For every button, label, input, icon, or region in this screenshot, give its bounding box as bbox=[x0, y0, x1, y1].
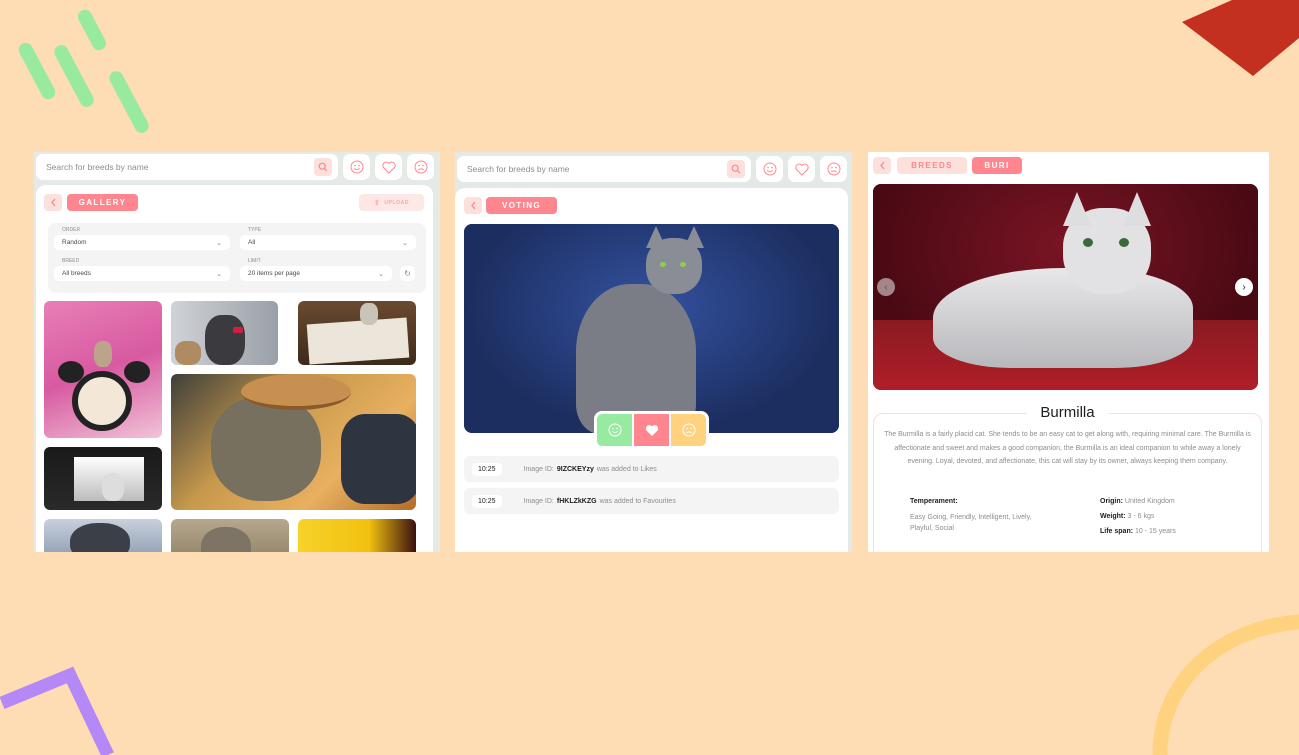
temperament-value: Easy Going, Friendly, Intelligent, Livel… bbox=[910, 514, 1032, 532]
log-message: was added to Likes bbox=[596, 465, 657, 473]
gallery-image[interactable] bbox=[171, 374, 416, 510]
back-icon[interactable] bbox=[464, 197, 482, 214]
log-message: was added to Favourites bbox=[599, 497, 676, 505]
filter-panel: ORDER Random ⌄ TYPE All ⌄ BREED All breeds… bbox=[48, 223, 426, 293]
heart-icon[interactable] bbox=[788, 156, 815, 182]
upload-label: UPLOAD bbox=[384, 199, 410, 206]
limit-label: LIMIT bbox=[248, 258, 261, 264]
search-icon[interactable] bbox=[727, 160, 745, 178]
voting-panel: Search for breeds by name VOTING 10:25 I… bbox=[455, 152, 852, 552]
log-time: 10:25 bbox=[472, 462, 502, 476]
chevron-left-icon[interactable]: ‹ bbox=[877, 278, 895, 296]
order-value: Random bbox=[62, 239, 87, 246]
smile-icon[interactable] bbox=[343, 154, 370, 180]
deco-red-shape bbox=[1182, 0, 1299, 76]
smile-icon[interactable] bbox=[756, 156, 783, 182]
breed-value: All breeds bbox=[62, 270, 91, 277]
log-prefix: Image ID: bbox=[523, 465, 554, 473]
heart-icon bbox=[645, 424, 658, 436]
top-bar: Search for breeds by name bbox=[36, 154, 434, 180]
temperament-label: Temperament: bbox=[910, 498, 958, 505]
chevron-right-icon[interactable]: › bbox=[1235, 278, 1253, 296]
type-label: TYPE bbox=[248, 227, 262, 233]
gallery-image[interactable] bbox=[298, 519, 416, 552]
gallery-image[interactable] bbox=[298, 301, 416, 365]
like-button[interactable] bbox=[597, 414, 632, 446]
gallery-panel: Search for breeds by name GALLERY ⇪ UPLO… bbox=[34, 152, 440, 552]
upload-icon: ⇪ bbox=[373, 199, 381, 207]
search-input[interactable]: Search for breeds by name bbox=[36, 154, 338, 180]
activity-log-item: 10:25 Image ID: fHKLZkKZG was added to F… bbox=[464, 488, 839, 514]
voting-card: VOTING 10:25 Image ID: 9IZCKEYzy was add… bbox=[455, 188, 848, 552]
sad-icon bbox=[682, 423, 695, 437]
order-select[interactable]: Random ⌄ bbox=[54, 235, 230, 250]
breed-id-tag: BURI bbox=[972, 157, 1022, 174]
sad-icon[interactable] bbox=[820, 156, 847, 182]
order-label: ORDER bbox=[62, 227, 81, 233]
origin-label: Origin: bbox=[1100, 498, 1123, 505]
gallery-image[interactable] bbox=[171, 519, 289, 552]
limit-value: 20 items per page bbox=[248, 270, 301, 277]
log-image-id: fHKLZkKZG bbox=[556, 497, 597, 505]
refresh-icon[interactable]: ↻ bbox=[400, 266, 415, 281]
breed-info-card: Burmilla The Burmilla is a fairly placid… bbox=[873, 404, 1262, 552]
smile-icon bbox=[608, 423, 621, 437]
gallery-image[interactable] bbox=[44, 519, 162, 552]
chevron-down-icon: ⌄ bbox=[216, 270, 222, 278]
deco-stroke bbox=[75, 7, 109, 53]
weight-label: Weight: bbox=[1100, 513, 1126, 520]
log-image-id: 9IZCKEYzy bbox=[556, 465, 594, 473]
gallery-image[interactable] bbox=[44, 301, 162, 438]
log-time: 10:25 bbox=[472, 494, 502, 508]
search-input[interactable]: Search for breeds by name bbox=[457, 156, 751, 182]
chevron-down-icon: ⌄ bbox=[216, 239, 222, 247]
top-bar: Search for breeds by name bbox=[457, 156, 847, 182]
limit-select[interactable]: 20 items per page ⌄ bbox=[240, 266, 392, 281]
origin-value: United Kingdom bbox=[1124, 498, 1175, 505]
search-placeholder: Search for breeds by name bbox=[467, 164, 570, 174]
activity-log-item: 10:25 Image ID: 9IZCKEYzy was added to L… bbox=[464, 456, 839, 482]
weight-row: Weight: 3 - 6 kgs bbox=[1100, 513, 1154, 520]
weight-value: 3 - 6 kgs bbox=[1127, 513, 1155, 520]
heart-icon[interactable] bbox=[375, 154, 402, 180]
origin-row: Origin: United Kingdom bbox=[1100, 498, 1175, 505]
lifespan-value: 10 - 15 years bbox=[1135, 528, 1176, 535]
back-icon[interactable] bbox=[873, 157, 891, 174]
page-title: VOTING bbox=[486, 197, 557, 214]
deco-purple-shape bbox=[0, 666, 114, 755]
gallery-card: GALLERY ⇪ UPLOAD ORDER Random ⌄ TYPE All ⌄… bbox=[36, 185, 433, 552]
breeds-breadcrumb[interactable]: BREEDS bbox=[897, 157, 967, 174]
dislike-button[interactable] bbox=[671, 414, 706, 446]
log-prefix: Image ID: bbox=[523, 497, 554, 505]
type-select[interactable]: All ⌄ bbox=[240, 235, 416, 250]
page-title: GALLERY bbox=[67, 194, 138, 211]
back-icon[interactable] bbox=[44, 194, 62, 211]
gallery-image[interactable] bbox=[44, 447, 162, 510]
gallery-image[interactable] bbox=[171, 301, 278, 365]
voting-image bbox=[464, 224, 839, 433]
type-value: All bbox=[248, 239, 256, 246]
deco-yellow-arc bbox=[1152, 614, 1299, 755]
lifespan-row: Life span: 10 - 15 years bbox=[1100, 528, 1176, 535]
deco-stroke bbox=[51, 42, 97, 110]
chevron-down-icon: ⌄ bbox=[378, 270, 384, 278]
chevron-down-icon: ⌄ bbox=[402, 239, 408, 247]
breed-name: Burmilla bbox=[1026, 404, 1109, 421]
vote-buttons bbox=[594, 411, 709, 449]
lifespan-label: Life span: bbox=[1100, 528, 1134, 535]
search-icon[interactable] bbox=[314, 158, 332, 176]
deco-stroke bbox=[106, 68, 152, 136]
breed-image: ‹ › bbox=[873, 184, 1258, 390]
sad-icon[interactable] bbox=[407, 154, 434, 180]
breeds-panel: BREEDS BURI ‹ › Burmilla The Burmilla is… bbox=[868, 152, 1269, 552]
deco-stroke bbox=[16, 40, 58, 102]
favourite-button[interactable] bbox=[632, 414, 671, 446]
breed-label: BREED bbox=[62, 258, 80, 264]
upload-button[interactable]: ⇪ UPLOAD bbox=[359, 194, 424, 211]
breed-description: The Burmilla is a fairly placid cat. She… bbox=[884, 431, 1251, 465]
search-placeholder: Search for breeds by name bbox=[46, 162, 149, 172]
breed-select[interactable]: All breeds ⌄ bbox=[54, 266, 230, 281]
